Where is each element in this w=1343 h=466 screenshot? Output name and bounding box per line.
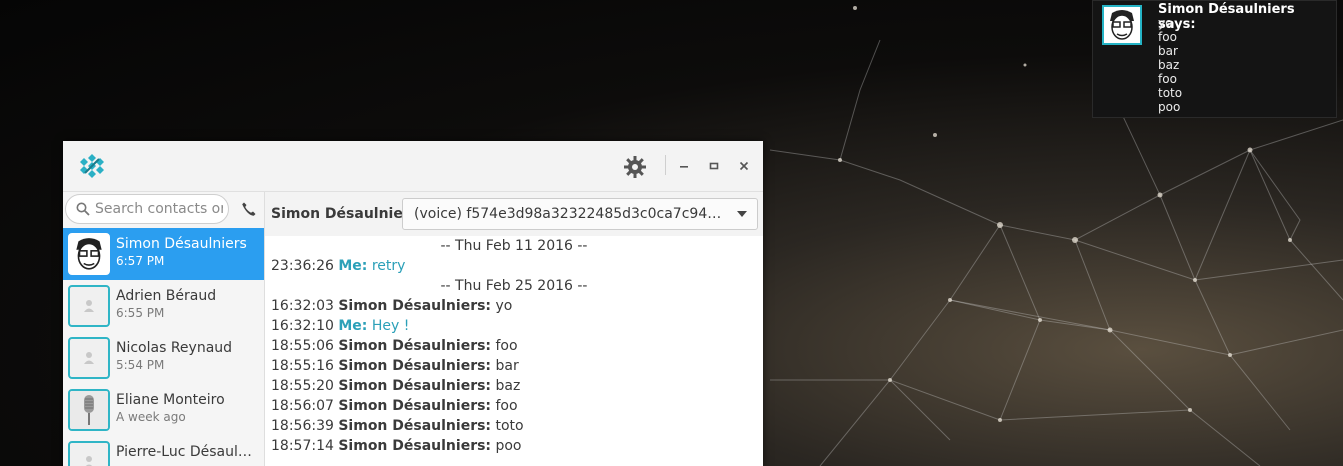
message-text: toto (495, 418, 524, 434)
notification-line: toto (1158, 86, 1183, 100)
message-time: 18:55:06 (271, 338, 334, 354)
message-row: 18:56:07 Simon Désaulniers: foo (271, 396, 518, 416)
ring-logo-icon (80, 154, 104, 178)
message-author: Simon Désaulniers: (338, 378, 492, 394)
contact-time: 6:55 PM (116, 306, 165, 320)
message-text: foo (495, 338, 518, 354)
contact-name: Eliane Monteiro (116, 392, 225, 408)
chevron-down-icon (737, 211, 747, 217)
contact-item[interactable]: Simon Désaulniers 6:57 PM (63, 228, 264, 280)
search-icon (76, 202, 90, 216)
message-row: 23:36:26 Me: retry (271, 256, 405, 276)
chat-contact-name: Simon Désaulniers (271, 206, 419, 222)
contact-time: 5:54 PM (116, 358, 165, 372)
phone-icon[interactable] (241, 201, 257, 217)
message-author: Simon Désaulniers: (338, 438, 492, 454)
contacts-sidebar: Simon Désaulniers 6:57 PM Adrien Béraud … (63, 192, 265, 466)
message-time: 16:32:03 (271, 298, 334, 314)
message-text: baz (495, 378, 521, 394)
contact-item[interactable]: Nicolas Reynaud 5:54 PM (63, 332, 264, 384)
account-select[interactable]: (voice) f574e3d98a32322485d3c0ca7c941e60… (402, 198, 758, 230)
contact-name: Nicolas Reynaud (116, 340, 233, 356)
message-author: Me: (338, 318, 368, 334)
minimize-icon (680, 166, 688, 168)
notification-line: yo (1158, 16, 1173, 30)
message-row: 16:32:10 Me: Hey ! (271, 316, 409, 336)
message-text: bar (495, 358, 519, 374)
default-avatar-icon (84, 300, 94, 312)
contact-avatar (68, 441, 110, 466)
chat-header: Simon Désaulniers (voice) f574e3d98a3232… (265, 192, 763, 236)
message-text: yo (495, 298, 513, 314)
contact-list: Simon Désaulniers 6:57 PM Adrien Béraud … (63, 228, 264, 466)
maximize-icon (709, 162, 719, 170)
contact-avatar (68, 285, 110, 327)
notification-line: baz (1158, 58, 1180, 72)
message-row: 18:57:14 Simon Désaulniers: poo (271, 436, 522, 456)
default-avatar-icon (84, 352, 94, 364)
message-time: 18:55:20 (271, 378, 334, 394)
search-box[interactable] (65, 194, 229, 224)
contact-name: Simon Désaulniers (116, 236, 247, 252)
contact-avatar (68, 389, 110, 431)
message-time: 16:32:10 (271, 318, 334, 334)
message-notification[interactable]: Simon Désaulniers says: yo foo bar baz f… (1092, 0, 1337, 118)
message-time: 18:55:16 (271, 358, 334, 374)
contact-item[interactable]: Adrien Béraud 6:55 PM (63, 280, 264, 332)
contact-name: Adrien Béraud (116, 288, 217, 304)
message-time: 18:57:14 (271, 438, 334, 454)
contact-avatar (68, 337, 110, 379)
notification-line: foo (1158, 30, 1177, 44)
contact-time: A week ago (116, 410, 186, 424)
contact-item[interactable]: Pierre-Luc Désaulniers (63, 436, 264, 466)
message-author: Simon Désaulniers: (338, 398, 492, 414)
message-text: retry (371, 258, 406, 274)
message-text: foo (495, 398, 518, 414)
message-row: 18:55:20 Simon Désaulniers: baz (271, 376, 520, 396)
close-button[interactable] (735, 157, 753, 175)
window-titlebar[interactable] (63, 141, 763, 192)
message-time: 18:56:07 (271, 398, 334, 414)
contact-name: Pierre-Luc Désaulniers (116, 444, 258, 460)
search-input[interactable] (95, 200, 223, 218)
notification-line: poo (1158, 100, 1181, 114)
message-author: Me: (338, 258, 368, 274)
notification-body: yo foo bar baz foo toto poo (1158, 16, 1182, 114)
notification-avatar (1102, 5, 1142, 45)
message-time: 23:36:26 (271, 258, 334, 274)
message-row: 18:56:39 Simon Désaulniers: toto (271, 416, 524, 436)
ring-app-window: Simon Désaulniers 6:57 PM Adrien Béraud … (63, 141, 763, 466)
message-history: -- Thu Feb 11 2016 -- 23:36:26 Me: retry… (265, 236, 763, 466)
minimize-button[interactable] (675, 157, 693, 175)
message-author: Simon Désaulniers: (338, 358, 492, 374)
contact-time: 6:57 PM (116, 254, 165, 268)
account-select-value: (voice) f574e3d98a32322485d3c0ca7c941e60… (414, 206, 726, 222)
date-separator: -- Thu Feb 11 2016 -- (440, 238, 588, 254)
default-avatar-icon (85, 456, 93, 466)
notification-title: Simon Désaulniers says: (1158, 2, 1295, 32)
message-author: Simon Désaulniers: (338, 338, 492, 354)
date-separator: -- Thu Feb 25 2016 -- (440, 278, 588, 294)
contact-avatar (68, 233, 110, 275)
message-text: poo (495, 438, 522, 454)
titlebar-separator (665, 155, 666, 175)
message-row: 18:55:16 Simon Désaulniers: bar (271, 356, 519, 376)
message-author: Simon Désaulniers: (338, 298, 492, 314)
notification-line: bar (1158, 44, 1178, 58)
gear-icon[interactable] (623, 155, 647, 179)
message-author: Simon Désaulniers: (338, 418, 492, 434)
contact-item[interactable]: Eliane Monteiro A week ago (63, 384, 264, 436)
message-row: 16:32:03 Simon Désaulniers: yo (271, 296, 512, 316)
message-row: 18:55:06 Simon Désaulniers: foo (271, 336, 518, 356)
message-time: 18:56:39 (271, 418, 334, 434)
message-text: Hey ! (371, 318, 410, 334)
microphone-avatar-icon (70, 391, 108, 429)
close-icon (739, 161, 749, 171)
notification-line: foo (1158, 72, 1177, 86)
maximize-button[interactable] (705, 157, 723, 175)
